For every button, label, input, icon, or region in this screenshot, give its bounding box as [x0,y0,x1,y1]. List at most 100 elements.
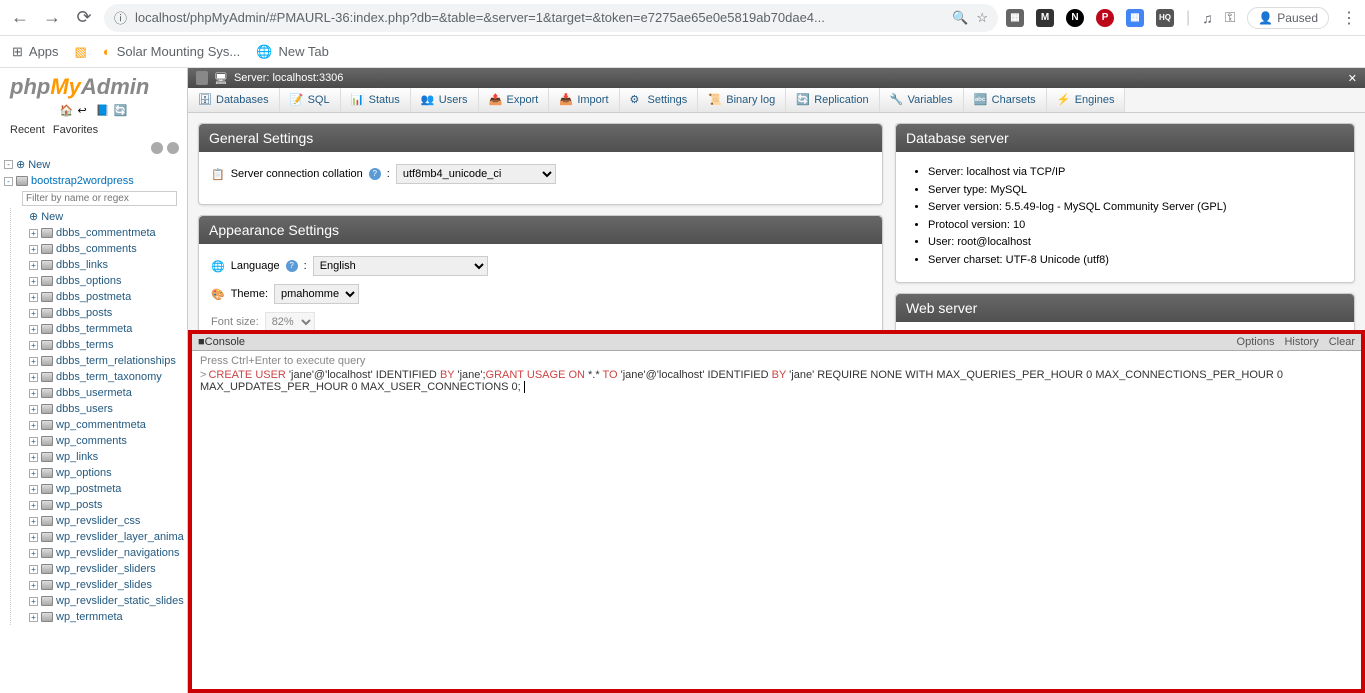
ext-icon-5[interactable]: ▦ [1126,9,1144,27]
expand-icon[interactable]: + [29,533,38,542]
tab-engines[interactable]: ⚡Engines [1047,88,1126,112]
back-button[interactable]: ← [8,6,32,30]
table-node[interactable]: +wp_revslider_slides [29,577,187,593]
table-node[interactable]: +dbbs_links [29,257,187,273]
console-options-link[interactable]: Options [1237,336,1275,348]
search-icon[interactable]: 🔍 [952,10,968,26]
theme-select[interactable]: pmahomme [274,284,359,304]
expand-icon[interactable]: + [29,389,38,398]
close-icon[interactable]: ✕ [1348,72,1357,85]
table-node[interactable]: +wp_revslider_static_slides [29,593,187,609]
collapse-sidebar-button[interactable] [196,71,208,85]
collation-select[interactable]: utf8mb4_unicode_ci [396,164,556,184]
bookmark-item[interactable]: ▧ [75,44,87,60]
new-table-link[interactable]: ⊕New [29,208,187,225]
tab-import[interactable]: 📥Import [549,88,619,112]
table-node[interactable]: +wp_revslider_css [29,513,187,529]
table-node[interactable]: +dbbs_usermeta [29,385,187,401]
expand-icon[interactable]: + [29,309,38,318]
reload-button[interactable]: ⟳ [72,6,96,30]
star-icon[interactable]: ☆ [976,10,988,26]
table-node[interactable]: +wp_options [29,465,187,481]
expand-icon[interactable]: + [29,293,38,302]
expand-icon[interactable]: + [29,373,38,382]
fontsize-select[interactable]: 82% [265,312,315,332]
table-node[interactable]: +dbbs_termmeta [29,321,187,337]
phpmyadmin-logo[interactable]: phpMyAdmin [0,68,187,102]
table-node[interactable]: +dbbs_users [29,401,187,417]
new-db-link[interactable]: -⊕New [4,156,187,173]
expand-icon[interactable]: + [29,405,38,414]
expand-icon[interactable]: + [29,581,38,590]
table-node[interactable]: +dbbs_comments [29,241,187,257]
expand-icon[interactable]: + [29,549,38,558]
table-node[interactable]: +wp_revslider_navigations [29,545,187,561]
table-node[interactable]: +wp_revslider_sliders [29,561,187,577]
expand-icon[interactable]: + [29,341,38,350]
logout-icon[interactable]: ↩ [78,104,92,118]
tab-databases[interactable]: 🗄Databases [188,88,280,112]
tab-users[interactable]: 👥Users [411,88,479,112]
table-node[interactable]: +dbbs_term_relationships [29,353,187,369]
favorites-tab[interactable]: Favorites [53,124,98,136]
recent-tab[interactable]: Recent [10,124,45,136]
tab-export[interactable]: 📤Export [479,88,550,112]
expand-icon[interactable]: + [29,421,38,430]
sql-query[interactable]: >CREATE USER 'jane'@'localhost' IDENTIFI… [200,369,1353,393]
expand-icon[interactable]: + [29,485,38,494]
expand-icon[interactable]: + [29,469,38,478]
table-node[interactable]: +dbbs_options [29,273,187,289]
forward-button[interactable]: → [40,6,64,30]
expand-icon[interactable]: + [29,501,38,510]
table-node[interactable]: +dbbs_term_taxonomy [29,369,187,385]
apps-bookmark[interactable]: ⊞Apps [12,44,59,60]
ext-icon-1[interactable]: ▦ [1006,9,1024,27]
console-clear-link[interactable]: Clear [1329,336,1355,348]
tab-replication[interactable]: 🔄Replication [786,88,879,112]
tab-status[interactable]: 📊Status [341,88,411,112]
tab-binary-log[interactable]: 📜Binary log [698,88,786,112]
music-icon[interactable]: ♫ [1202,10,1213,26]
expand-icon[interactable]: + [29,453,38,462]
expand-icon[interactable]: + [29,613,38,622]
expand-icon[interactable]: + [29,357,38,366]
console-body[interactable]: Press Ctrl+Enter to execute query >CREAT… [192,351,1361,397]
profile-paused-button[interactable]: 👤 Paused [1247,7,1329,29]
table-node[interactable]: +dbbs_commentmeta [29,225,187,241]
console-toggle-icon[interactable]: ■ [198,336,205,348]
pinterest-icon[interactable]: P [1096,9,1114,27]
key-icon[interactable]: ⚿ [1225,9,1236,26]
expand-icon[interactable]: + [29,597,38,606]
language-select[interactable]: English [313,256,488,276]
expand-icon[interactable]: + [29,517,38,526]
help-icon[interactable]: ? [286,260,298,272]
collapse-icon[interactable] [151,142,163,154]
expand-icon[interactable]: + [29,245,38,254]
tab-variables[interactable]: 🔧Variables [880,88,964,112]
table-filter-input[interactable] [22,191,177,206]
menu-icon[interactable]: ⋮ [1341,8,1357,28]
ext-icon-hq[interactable]: HQ [1156,9,1174,27]
table-node[interactable]: +wp_revslider_layer_anima [29,529,187,545]
ext-icon-n[interactable]: N [1066,9,1084,27]
table-node[interactable]: +dbbs_terms [29,337,187,353]
expand-icon[interactable]: + [29,325,38,334]
console-history-link[interactable]: History [1284,336,1318,348]
help-icon[interactable]: ? [369,168,381,180]
expand-icon[interactable]: + [29,261,38,270]
tab-charsets[interactable]: 🔤Charsets [964,88,1047,112]
unlink-icon[interactable] [167,142,179,154]
reload-nav-icon[interactable]: 🔄 [114,104,128,118]
ext-icon-m[interactable]: M [1036,9,1054,27]
url-bar[interactable]: ⓘ localhost/phpMyAdmin/#PMAURL-36:index.… [104,4,998,32]
table-node[interactable]: +wp_postmeta [29,481,187,497]
table-node[interactable]: +wp_links [29,449,187,465]
expand-icon[interactable]: + [29,229,38,238]
table-node[interactable]: +wp_commentmeta [29,417,187,433]
expand-icon[interactable]: + [29,565,38,574]
tab-settings[interactable]: ⚙Settings [620,88,699,112]
expand-icon[interactable]: + [29,277,38,286]
table-node[interactable]: +wp_comments [29,433,187,449]
expand-icon[interactable]: + [29,437,38,446]
table-node[interactable]: +dbbs_posts [29,305,187,321]
